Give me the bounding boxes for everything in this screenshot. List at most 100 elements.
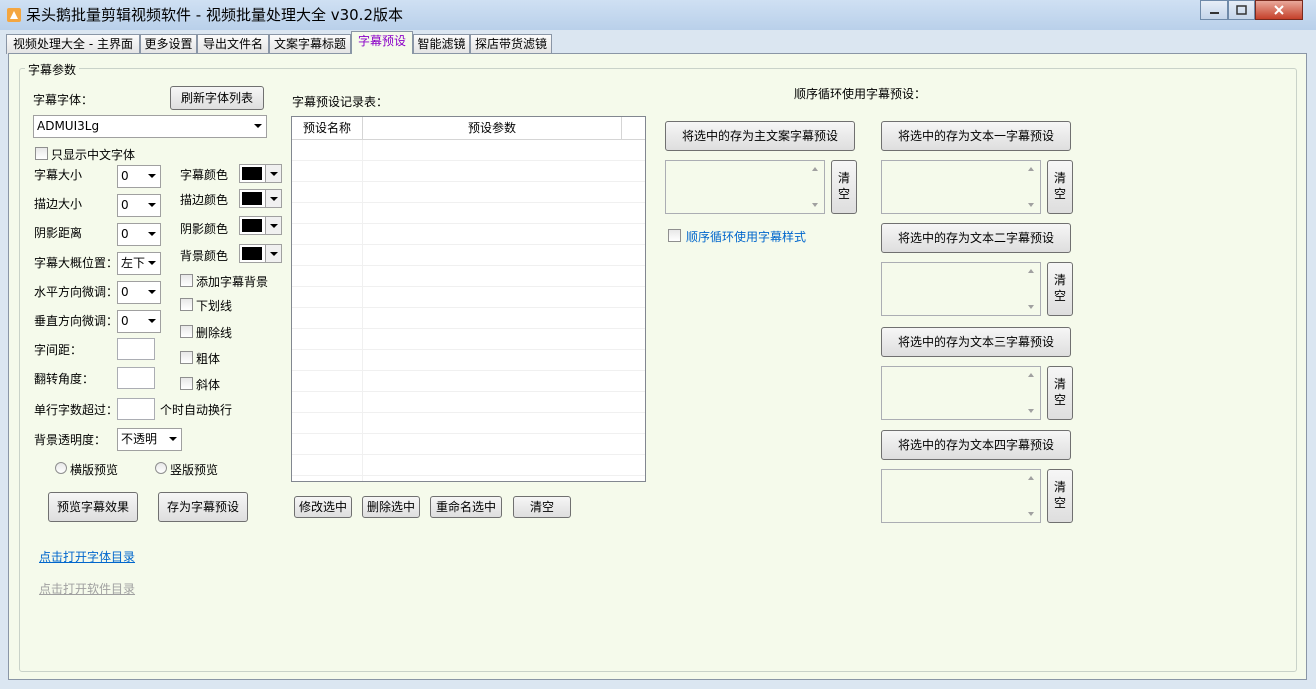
main-preset-memo[interactable] xyxy=(665,160,825,214)
save-main-preset-button[interactable]: 将选中的存为主文案字幕预设 xyxy=(665,121,855,151)
scrollbar[interactable] xyxy=(1023,263,1040,315)
wrap-count-input[interactable] xyxy=(117,398,155,420)
text4-preset-memo[interactable] xyxy=(881,469,1041,523)
italic-label: 斜体 xyxy=(196,378,221,392)
save-preset-button[interactable]: 存为字幕预设 xyxy=(158,492,248,522)
scroll-down-icon xyxy=(1028,203,1034,207)
char-spacing-input[interactable] xyxy=(117,338,155,360)
font-select[interactable]: ADMUI3Lg xyxy=(33,115,267,138)
clear-text1-button[interactable]: 清 空 xyxy=(1047,160,1073,214)
maximize-icon xyxy=(1236,5,1247,15)
chevron-down-icon xyxy=(148,203,156,207)
text1-preset-memo[interactable] xyxy=(881,160,1041,214)
table-row xyxy=(292,182,645,203)
shadow-color-picker[interactable] xyxy=(239,216,282,235)
strikethrough-checkbox[interactable] xyxy=(180,325,193,338)
text3-preset-memo[interactable] xyxy=(881,366,1041,420)
tab-main[interactable]: 视频处理大全 - 主界面 xyxy=(6,34,140,54)
preview-subtitle-button[interactable]: 预览字幕效果 xyxy=(48,492,138,522)
size-value: 0 xyxy=(121,169,129,183)
bg-opacity-value: 不透明 xyxy=(121,432,158,446)
tab-smart-filter[interactable]: 智能滤镜 xyxy=(413,34,470,54)
save-text2-preset-button[interactable]: 将选中的存为文本二字幕预设 xyxy=(881,223,1071,253)
h-adjust-select[interactable]: 0 xyxy=(117,281,161,304)
open-font-dir-link[interactable]: 点击打开字体目录 xyxy=(39,548,135,565)
tab-store-filter[interactable]: 探店带货滤镜 xyxy=(470,34,552,54)
refresh-font-button[interactable]: 刷新字体列表 xyxy=(170,86,264,110)
delete-selected-button[interactable]: 删除选中 xyxy=(362,496,420,518)
maximize-button[interactable] xyxy=(1228,0,1255,20)
color-swatch xyxy=(242,219,262,232)
save-text1-preset-button[interactable]: 将选中的存为文本一字幕预设 xyxy=(881,121,1071,151)
preset-table-title: 字幕预设记录表： xyxy=(292,95,389,109)
preset-list[interactable]: 预设名称 预设参数 xyxy=(291,116,646,482)
app-logo-icon xyxy=(7,8,21,22)
add-bg-label: 添加字幕背景 xyxy=(196,275,269,289)
tab-subtitle-preset[interactable]: 字幕预设 xyxy=(351,31,413,54)
close-button[interactable] xyxy=(1255,0,1303,20)
char-spacing-label: 字间距： xyxy=(34,343,83,357)
scrollbar[interactable] xyxy=(1023,161,1040,213)
tab-more-settings[interactable]: 更多设置 xyxy=(140,34,197,54)
minimize-button[interactable] xyxy=(1200,0,1228,20)
position-value: 左下 xyxy=(121,256,146,270)
font-color-label: 字幕颜色 xyxy=(180,168,229,182)
position-select[interactable]: 左下 xyxy=(117,252,161,275)
bg-color-picker[interactable] xyxy=(239,244,282,263)
clear-text4-button[interactable]: 清 空 xyxy=(1047,469,1073,523)
chevron-down-icon xyxy=(265,245,281,262)
cycle-style-checkbox[interactable] xyxy=(668,229,681,242)
chevron-down-icon xyxy=(148,319,156,323)
subtitle-params-group xyxy=(19,68,1297,672)
shadow-distance-label: 阴影距离 xyxy=(34,226,83,240)
tab-copy-subtitle-title[interactable]: 文案字幕标题 xyxy=(269,34,351,54)
bg-opacity-select[interactable]: 不透明 xyxy=(117,428,182,451)
text2-preset-memo[interactable] xyxy=(881,262,1041,316)
vertical-preview-radio[interactable] xyxy=(155,462,167,474)
tab-export-filename[interactable]: 导出文件名 xyxy=(197,34,269,54)
italic-checkbox[interactable] xyxy=(180,377,193,390)
only-chinese-checkbox[interactable] xyxy=(35,147,48,160)
scroll-down-icon xyxy=(1028,305,1034,309)
clear-text3-button[interactable]: 清 空 xyxy=(1047,366,1073,420)
scrollbar[interactable] xyxy=(807,161,824,213)
v-adjust-select[interactable]: 0 xyxy=(117,310,161,333)
horizontal-preview-radio[interactable] xyxy=(55,462,67,474)
chevron-down-icon xyxy=(148,261,156,265)
stroke-size-select[interactable]: 0 xyxy=(117,194,161,217)
column-header-params[interactable]: 预设参数 xyxy=(363,117,622,140)
scrollbar[interactable] xyxy=(1023,367,1040,419)
table-row xyxy=(292,245,645,266)
column-header-name[interactable]: 预设名称 xyxy=(292,117,363,140)
stroke-color-picker[interactable] xyxy=(239,189,282,208)
rename-selected-button[interactable]: 重命名选中 xyxy=(430,496,502,518)
size-label: 字幕大小 xyxy=(34,168,83,182)
clear-text2-button[interactable]: 清 空 xyxy=(1047,262,1073,316)
add-bg-checkbox[interactable] xyxy=(180,274,193,287)
rotation-input[interactable] xyxy=(117,367,155,389)
chevron-down-icon xyxy=(265,217,281,234)
bold-checkbox[interactable] xyxy=(180,351,193,364)
strikethrough-label: 删除线 xyxy=(196,326,233,340)
scroll-up-icon xyxy=(1028,167,1034,171)
bold-label: 粗体 xyxy=(196,352,221,366)
underline-checkbox[interactable] xyxy=(180,298,193,311)
save-text4-preset-button[interactable]: 将选中的存为文本四字幕预设 xyxy=(881,430,1071,460)
underline-label: 下划线 xyxy=(196,299,233,313)
scrollbar[interactable] xyxy=(1023,470,1040,522)
clear-main-button[interactable]: 清 空 xyxy=(831,160,857,214)
save-text3-preset-button[interactable]: 将选中的存为文本三字幕预设 xyxy=(881,327,1071,357)
font-color-picker[interactable] xyxy=(239,164,282,183)
table-row xyxy=(292,392,645,413)
modify-selected-button[interactable]: 修改选中 xyxy=(294,496,352,518)
size-select[interactable]: 0 xyxy=(117,165,161,188)
only-chinese-label: 只显示中文字体 xyxy=(51,148,136,162)
table-row xyxy=(292,434,645,455)
open-software-dir-link[interactable]: 点击打开软件目录 xyxy=(39,580,135,597)
h-adjust-label: 水平方向微调： xyxy=(34,285,119,299)
stroke-color-label: 描边颜色 xyxy=(180,193,229,207)
clear-table-button[interactable]: 清空 xyxy=(513,496,571,518)
shadow-distance-select[interactable]: 0 xyxy=(117,223,161,246)
chevron-down-icon xyxy=(148,232,156,236)
sequence-title: 顺序循环使用字幕预设： xyxy=(794,87,927,101)
